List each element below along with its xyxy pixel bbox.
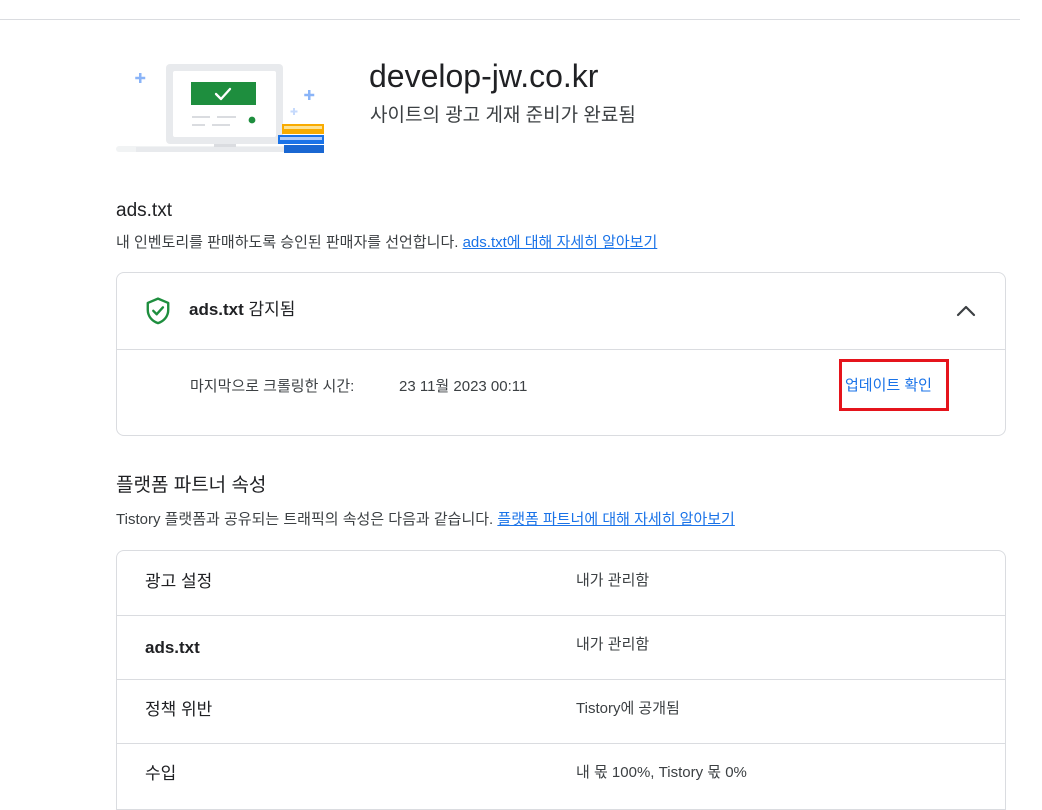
ads-txt-status-name: ads.txt	[189, 300, 244, 319]
property-label: 수입	[145, 764, 177, 783]
ads-txt-status-card: ads.txt 감지됨 마지막으로 크롤링한 시간: 23 11월 2023 0…	[116, 272, 1006, 436]
shield-check-icon	[146, 297, 170, 325]
property-value: Tistory에 공개됨	[576, 700, 680, 717]
ads-txt-description-text: 내 인벤토리를 판매하도록 승인된 판매자를 선언합니다.	[116, 234, 459, 251]
property-value: 내 몫 100%, Tistory 몫 0%	[576, 764, 747, 781]
ads-txt-card-header[interactable]: ads.txt 감지됨	[117, 273, 1005, 350]
platform-partner-description: Tistory 플랫폼과 공유되는 트래픽의 속성은 다음과 같습니다. 플랫폼…	[116, 510, 735, 530]
last-crawled-value: 23 11월 2023 00:11	[399, 378, 528, 395]
chevron-up-icon[interactable]	[955, 300, 977, 322]
platform-partner-heading: 플랫폼 파트너 속성	[116, 475, 267, 496]
property-label: 광고 설정	[145, 572, 213, 591]
platform-partner-learn-more-link[interactable]: 플랫폼 파트너에 대해 자세히 알아보기	[497, 511, 734, 528]
platform-partner-properties-card: 광고 설정 내가 관리함 ads.txt 내가 관리함 정책 위반 Tistor…	[116, 550, 1006, 810]
property-row-policy-violation: 정책 위반 Tistory에 공개됨	[117, 679, 1005, 744]
property-label: 정책 위반	[145, 700, 213, 719]
property-value: 내가 관리함	[576, 636, 650, 653]
top-divider	[0, 19, 1020, 20]
ads-txt-status-label: 감지됨	[243, 300, 296, 319]
property-row-revenue: 수입 내 몫 100%, Tistory 몫 0%	[117, 743, 1005, 807]
property-value: 내가 관리함	[576, 572, 650, 589]
platform-partner-description-text: Tistory 플랫폼과 공유되는 트래픽의 속성은 다음과 같습니다.	[116, 511, 494, 528]
last-crawled-label: 마지막으로 크롤링한 시간:	[190, 378, 355, 395]
ads-txt-learn-more-link[interactable]: ads.txt에 대해 자세히 알아보기	[463, 234, 658, 251]
ads-txt-description: 내 인벤토리를 판매하도록 승인된 판매자를 선언합니다. ads.txt에 대…	[116, 233, 657, 253]
ads-txt-status: ads.txt 감지됨	[189, 299, 295, 321]
check-update-link[interactable]: 업데이트 확인	[845, 376, 932, 396]
ads-txt-heading: ads.txt	[116, 200, 172, 221]
property-row-ads-txt: ads.txt 내가 관리함	[117, 615, 1005, 680]
site-ready-illustration	[116, 64, 324, 153]
property-label: ads.txt	[145, 638, 200, 657]
property-row-ad-settings: 광고 설정 내가 관리함	[117, 551, 1005, 616]
site-title: develop-jw.co.kr	[369, 58, 599, 94]
site-status-text: 사이트의 광고 게재 준비가 완료됨	[370, 105, 636, 126]
